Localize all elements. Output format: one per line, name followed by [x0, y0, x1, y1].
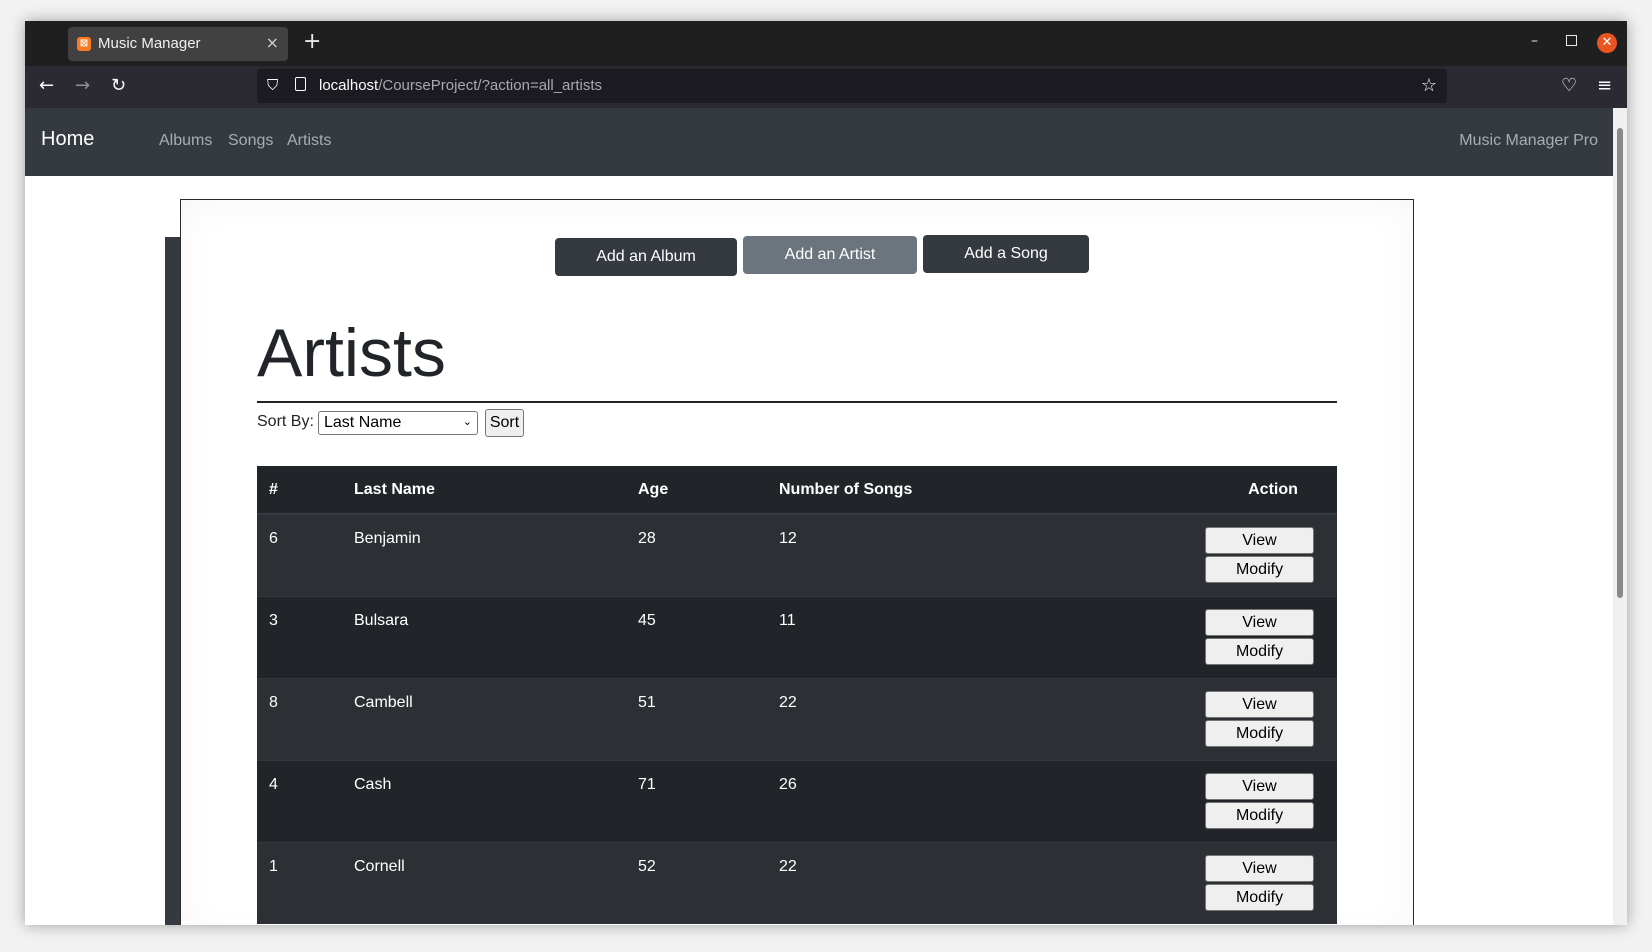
- cell-songs: 22: [779, 858, 797, 875]
- table-row: 4 Cash 71 26 View Modify: [257, 760, 1337, 842]
- cell-last-name: Bulsara: [354, 612, 409, 629]
- cell-id: 8: [269, 694, 278, 711]
- table-row: 3 Bulsara 45 11 View Modify: [257, 596, 1337, 678]
- view-button[interactable]: View: [1205, 527, 1314, 554]
- back-icon[interactable]: ←: [39, 75, 54, 96]
- nav-albums-link[interactable]: Albums: [159, 132, 212, 150]
- reload-icon[interactable]: ↻: [111, 75, 126, 96]
- cell-id: 4: [269, 776, 278, 793]
- view-button[interactable]: View: [1205, 609, 1314, 636]
- cell-last-name: Cornell: [354, 858, 405, 875]
- table-row: 8 Cambell 51 22 View Modify: [257, 678, 1337, 760]
- browser-toolbar: ← → ↻ ⛉ localhost/CourseProject/?action=…: [25, 66, 1627, 108]
- page-scrollbar[interactable]: [1613, 108, 1627, 925]
- scrollbar-thumb[interactable]: [1617, 128, 1623, 598]
- menu-icon[interactable]: ≡: [1597, 75, 1612, 96]
- cell-songs: 22: [779, 694, 797, 711]
- nav-songs-link[interactable]: Songs: [228, 132, 273, 150]
- cell-songs: 26: [779, 776, 797, 793]
- chevron-down-icon: ⌄: [462, 415, 472, 428]
- add-album-button[interactable]: Add an Album: [555, 238, 737, 276]
- address-bar[interactable]: ⛉ localhost/CourseProject/?action=all_ar…: [257, 69, 1447, 103]
- cell-age: 71: [638, 776, 656, 793]
- cell-songs: 11: [779, 612, 796, 629]
- url-host: localhost: [319, 77, 379, 94]
- header-last-name: Last Name: [354, 481, 435, 498]
- tab-close-icon[interactable]: ×: [266, 33, 279, 52]
- tab-bar: ⊠ Music Manager × + – ✕: [25, 21, 1627, 66]
- cell-age: 52: [638, 858, 656, 875]
- table-row: 1 Cornell 52 22 View Modify: [257, 842, 1337, 924]
- modify-button[interactable]: Modify: [1205, 802, 1314, 829]
- sort-label: Sort By:: [257, 413, 314, 430]
- cell-id: 1: [269, 858, 278, 875]
- shield-icon[interactable]: ⛉: [267, 76, 278, 94]
- sort-select[interactable]: Last Name ⌄: [318, 411, 478, 435]
- table-header: # Last Name Age Number of Songs Action: [257, 466, 1337, 514]
- header-number-of-songs: Number of Songs: [779, 481, 913, 498]
- view-button[interactable]: View: [1205, 855, 1314, 882]
- page-viewport: Home Albums Songs Artists Music Manager …: [25, 108, 1627, 925]
- modify-button[interactable]: Modify: [1205, 884, 1314, 911]
- modify-button[interactable]: Modify: [1205, 638, 1314, 665]
- cell-last-name: Cash: [354, 776, 392, 793]
- modify-button[interactable]: Modify: [1205, 556, 1314, 583]
- cell-id: 3: [269, 612, 278, 629]
- cell-last-name: Benjamin: [354, 530, 421, 547]
- sort-button[interactable]: Sort: [485, 409, 524, 437]
- header-action: Action: [1248, 481, 1298, 498]
- cell-id: 6: [269, 530, 278, 547]
- modify-button[interactable]: Modify: [1205, 720, 1314, 747]
- xampp-favicon-icon: ⊠: [77, 37, 91, 51]
- url-path: /CourseProject/?action=all_artists: [378, 77, 603, 94]
- sort-select-value: Last Name: [324, 414, 402, 431]
- side-accent-bar: [165, 237, 181, 925]
- page-icon[interactable]: [295, 77, 306, 91]
- star-icon[interactable]: ☆: [1421, 75, 1437, 96]
- cell-age: 45: [638, 612, 656, 629]
- minimize-icon[interactable]: –: [1531, 33, 1538, 49]
- nav-brand-text: Music Manager Pro: [1459, 132, 1598, 149]
- header-age: Age: [638, 481, 669, 498]
- add-artist-button[interactable]: Add an Artist: [743, 236, 917, 274]
- title-divider: [257, 401, 1337, 403]
- page-title: Artists: [257, 315, 446, 391]
- header-number: #: [269, 481, 278, 498]
- browser-window: ⊠ Music Manager × + – ✕ ← → ↻ ⛉ localhos…: [25, 21, 1627, 925]
- add-song-button[interactable]: Add a Song: [923, 235, 1089, 273]
- close-window-icon[interactable]: ✕: [1597, 33, 1617, 53]
- tab-title: Music Manager: [98, 35, 201, 52]
- cell-last-name: Cambell: [354, 694, 413, 711]
- cell-songs: 12: [779, 530, 797, 547]
- view-button[interactable]: View: [1205, 773, 1314, 800]
- pocket-icon[interactable]: ♡: [1561, 75, 1577, 96]
- site-navbar: Home Albums Songs Artists Music Manager …: [25, 108, 1613, 176]
- artists-table: # Last Name Age Number of Songs Action 6…: [257, 466, 1337, 924]
- maximize-icon[interactable]: [1566, 35, 1577, 46]
- table-row: 6 Benjamin 28 12 View Modify: [257, 514, 1337, 596]
- new-tab-icon[interactable]: +: [303, 29, 321, 55]
- cell-age: 51: [638, 694, 656, 711]
- nav-artists-link[interactable]: Artists: [287, 132, 331, 150]
- cell-age: 28: [638, 530, 656, 547]
- view-button[interactable]: View: [1205, 691, 1314, 718]
- tab-music-manager[interactable]: ⊠ Music Manager ×: [68, 27, 288, 61]
- url-text[interactable]: localhost/CourseProject/?action=all_arti…: [319, 77, 602, 94]
- forward-icon[interactable]: →: [75, 75, 90, 96]
- nav-home-link[interactable]: Home: [41, 128, 94, 151]
